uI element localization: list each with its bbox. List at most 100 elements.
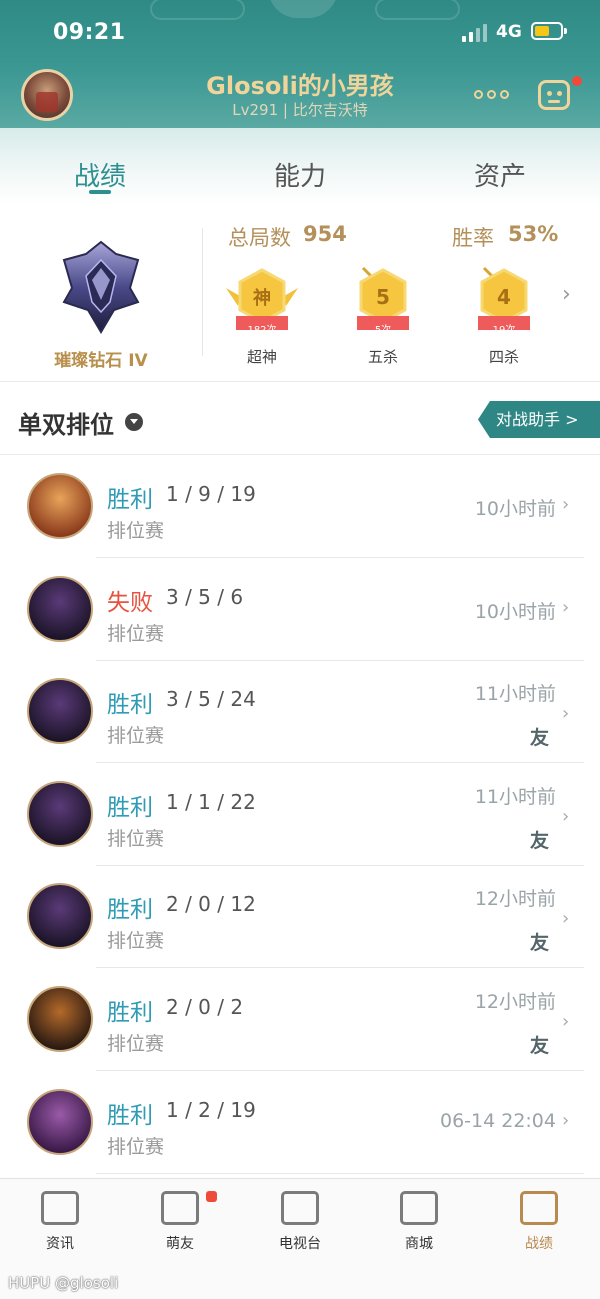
more-options-icon[interactable]	[474, 88, 514, 102]
friend-badge: 友	[530, 1035, 550, 1057]
match-time: 10小时前	[474, 498, 556, 520]
badge-count: 19次	[492, 325, 516, 336]
chevron-right-icon: ›	[562, 1011, 570, 1032]
chevron-right-icon: ›	[562, 596, 570, 618]
badge-label: 五杀	[367, 348, 398, 366]
nav-label: 电视台	[279, 1236, 321, 1252]
champion-portrait-icon	[27, 575, 93, 642]
match-mode: 排位赛	[107, 827, 165, 850]
rank-name: 璀璨钻石 IV	[54, 351, 148, 371]
shop-icon	[400, 1191, 438, 1225]
queue-dropdown-icon[interactable]	[125, 413, 143, 431]
signal-icon	[462, 24, 488, 42]
status-bar: 09:21 4G	[0, 0, 600, 64]
nav-record[interactable]: 战绩	[489, 1191, 589, 1253]
match-kda: 3 / 5 / 24	[166, 687, 256, 712]
match-result: 胜利	[107, 692, 153, 719]
tab-record[interactable]: 战绩	[0, 156, 200, 193]
row-divider	[96, 1172, 584, 1174]
friend-badge: 友	[530, 727, 550, 750]
active-tab-indicator	[89, 190, 111, 194]
chevron-right-icon: ›	[562, 703, 570, 725]
match-result: 失败	[107, 589, 153, 616]
match-time: 12小时前	[474, 888, 556, 911]
nav-label: 资讯	[46, 1236, 74, 1252]
friends-icon	[161, 1191, 199, 1225]
champion-portrait-icon	[27, 780, 93, 847]
match-time: 11小时前	[474, 785, 556, 808]
match-mode: 排位赛	[107, 1135, 165, 1158]
match-mode: 排位赛	[107, 520, 165, 542]
nav-label: 商城	[405, 1236, 433, 1252]
match-row[interactable]: 胜利 2 / 0 / 2 排位赛 12小时前友 ›	[0, 969, 600, 1071]
chevron-right-icon: ›	[562, 805, 570, 827]
match-row[interactable]: 胜利 2 / 0 / 12 排位赛 12小时前友 ›	[0, 866, 600, 969]
profile-header: 09:21 4G Glosoli的小男孩 Lv291 | 比尔吉沃特	[0, 0, 600, 128]
nav-label: 战绩	[525, 1236, 553, 1252]
match-mode: 排位赛	[107, 930, 165, 953]
match-result: 胜利	[107, 794, 153, 821]
friend-badge: 友	[530, 829, 550, 852]
champion-portrait-icon	[27, 1088, 93, 1155]
tv-icon	[281, 1191, 319, 1225]
chevron-right-icon: ›	[562, 908, 570, 930]
nav-news[interactable]: 资讯	[10, 1191, 110, 1253]
nav-shop[interactable]: 商城	[369, 1191, 469, 1253]
record-icon	[520, 1191, 558, 1225]
chat-notification-dot	[572, 76, 582, 86]
nav-label: 萌友	[166, 1236, 194, 1252]
svg-text:神: 神	[253, 287, 271, 309]
match-row[interactable]: 胜利 1 / 9 / 19 排位赛 10小时前 ›	[0, 456, 600, 558]
champion-portrait-icon	[27, 678, 93, 745]
player-level-server: Lv291 | 比尔吉沃特	[232, 101, 368, 119]
match-result: 胜利	[107, 897, 153, 924]
friends-notification-dot	[206, 1191, 217, 1202]
champion-portrait-icon	[27, 473, 93, 539]
chevron-right-icon: ›	[562, 494, 570, 515]
match-time: 12小时前	[474, 991, 556, 1013]
chevron-right-icon[interactable]: ›	[562, 282, 571, 307]
tab-assets[interactable]: 资产	[400, 156, 600, 193]
match-row[interactable]: 胜利 1 / 1 / 22 排位赛 11小时前友 ›	[0, 763, 600, 866]
nav-tv[interactable]: 电视台	[250, 1191, 350, 1253]
svg-text:4: 4	[497, 285, 511, 309]
battle-assistant-button[interactable]: 对战助手 >	[478, 401, 600, 438]
chevron-right-icon: ›	[562, 1109, 570, 1131]
match-kda: 1 / 9 / 19	[166, 482, 256, 506]
queue-title[interactable]: 单双排位	[18, 405, 114, 440]
badge-count: 182次	[247, 325, 277, 336]
match-row[interactable]: 胜利 1 / 2 / 19 排位赛 06-14 22:04 ›	[0, 1071, 600, 1174]
stats-summary[interactable]: 璀璨钻石 IV 总局数 954 胜率 53% 神 182次 超神 5 5次 五杀…	[0, 204, 600, 382]
battery-icon	[531, 22, 567, 40]
match-mode: 排位赛	[107, 1033, 165, 1055]
svg-text:5: 5	[376, 285, 390, 309]
watermark: HUPU @glosoli	[8, 1274, 119, 1292]
winrate-label: 胜率	[452, 226, 494, 250]
match-kda: 3 / 5 / 6	[166, 584, 244, 609]
match-result: 胜利	[107, 487, 153, 513]
match-result: 胜利	[107, 1000, 153, 1026]
network-type: 4G	[496, 22, 522, 42]
match-kda: 2 / 0 / 12	[166, 892, 256, 917]
badge-quadrakill: 4 19次 四杀	[464, 266, 544, 366]
summary-divider	[202, 228, 203, 356]
winrate-value: 53%	[508, 222, 559, 246]
match-kda: 1 / 1 / 22	[166, 789, 256, 814]
match-result: 胜利	[107, 1102, 153, 1129]
match-row[interactable]: 胜利 3 / 5 / 24 排位赛 11小时前友 ›	[0, 661, 600, 764]
badge-pentakill: 5 5次 五杀	[343, 266, 423, 366]
match-mode: 排位赛	[107, 725, 165, 748]
badge-count: 5次	[374, 325, 392, 336]
tab-ability[interactable]: 能力	[200, 156, 400, 193]
chat-bot-icon[interactable]	[538, 80, 570, 110]
match-time: 10小时前	[474, 600, 556, 623]
status-time: 09:21	[53, 20, 126, 45]
diamond-rank-emblem-icon	[62, 240, 140, 334]
badge-legendary: 神 182次 超神	[222, 266, 302, 366]
match-row[interactable]: 失败 3 / 5 / 6 排位赛 10小时前 ›	[0, 558, 600, 661]
match-time: 11小时前	[474, 683, 556, 706]
queue-header: 单双排位 对战助手 >	[0, 383, 600, 455]
match-time: 06-14 22:04	[439, 1109, 556, 1132]
badge-label: 四杀	[488, 348, 519, 366]
badge-label: 超神	[246, 348, 277, 366]
